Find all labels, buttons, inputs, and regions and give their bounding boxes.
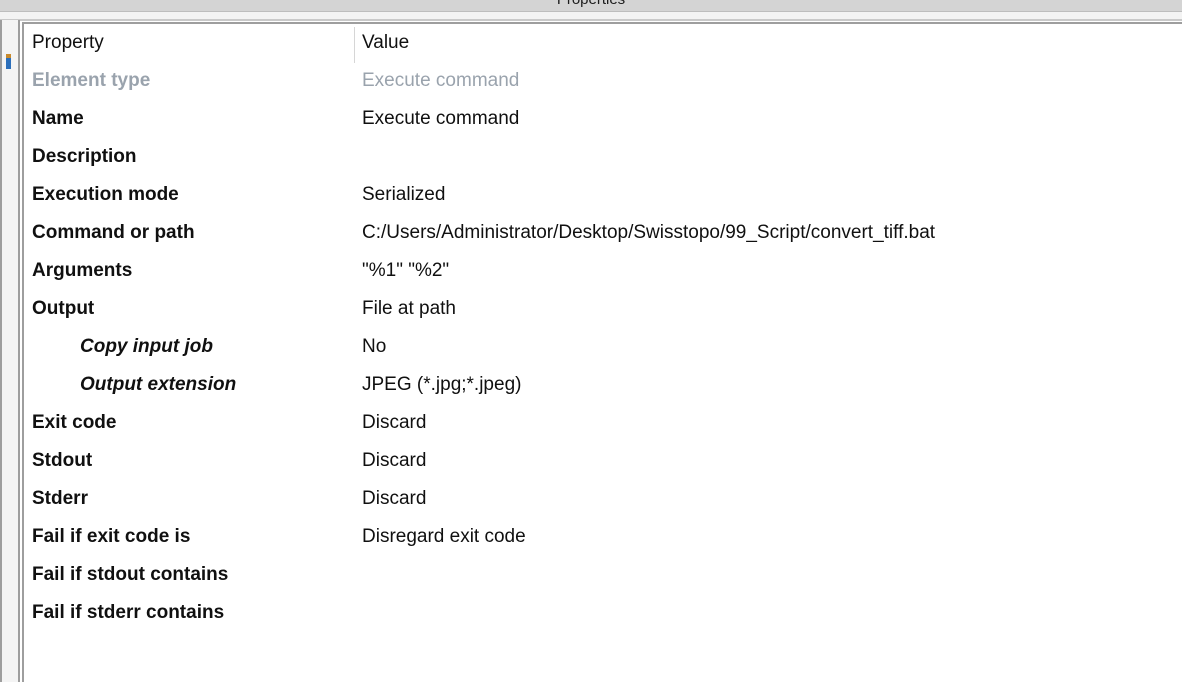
row-value[interactable]: Discard xyxy=(354,412,1182,434)
row-value[interactable]: Discard xyxy=(354,488,1182,510)
row-property-label: Description xyxy=(32,146,137,167)
row-property-label: Stdout xyxy=(32,450,93,471)
row-property-label: Exit code xyxy=(32,412,117,433)
left-rail-selection-marker xyxy=(6,58,11,69)
properties-panel: Property Value Element type Execute comma… xyxy=(22,22,1182,682)
row-property-label: Name xyxy=(32,108,84,129)
header-value: Value xyxy=(362,32,410,53)
row-property-label: Command or path xyxy=(32,222,195,243)
table-row[interactable]: Output extension JPEG (*.jpg;*.jpeg) xyxy=(24,366,1182,404)
row-value[interactable]: "%1" "%2" xyxy=(354,260,1182,282)
window-chrome-band: Properties xyxy=(0,0,1182,11)
left-rail-body[interactable] xyxy=(0,20,20,682)
properties-window: Properties Property Value Element type Ex… xyxy=(0,0,1182,682)
window-title: Properties xyxy=(0,0,1182,8)
row-value[interactable]: JPEG (*.jpg;*.jpeg) xyxy=(354,374,1182,396)
table-row[interactable]: Fail if exit code is Disregard exit code xyxy=(24,518,1182,556)
properties-table: Property Value Element type Execute comma… xyxy=(24,24,1182,632)
table-row[interactable]: Arguments "%1" "%2" xyxy=(24,252,1182,290)
table-row[interactable]: Element type Execute command xyxy=(24,62,1182,100)
row-value[interactable]: File at path xyxy=(354,298,1182,320)
table-row[interactable]: Description xyxy=(24,138,1182,176)
table-row[interactable]: Output File at path xyxy=(24,290,1182,328)
row-value[interactable]: Execute command xyxy=(354,108,1182,130)
row-property-label: Stderr xyxy=(32,488,88,509)
table-row[interactable]: Name Execute command xyxy=(24,100,1182,138)
table-row[interactable]: Copy input job No xyxy=(24,328,1182,366)
row-value[interactable]: Execute command xyxy=(354,70,1182,92)
row-property-label: Arguments xyxy=(32,260,133,281)
column-divider[interactable] xyxy=(354,27,355,63)
row-value[interactable]: Disregard exit code xyxy=(354,526,1182,548)
chrome-light-band xyxy=(0,12,1182,19)
table-row[interactable]: Fail if stdout contains xyxy=(24,556,1182,594)
table-row[interactable]: Exit code Discard xyxy=(24,404,1182,442)
row-property-label: Output xyxy=(32,298,95,319)
table-row[interactable]: Execution mode Serialized xyxy=(24,176,1182,214)
left-rail-divider xyxy=(0,11,20,12)
table-row[interactable]: Command or path C:/Users/Administrator/De… xyxy=(24,214,1182,252)
row-property-label: Output extension xyxy=(80,374,237,395)
row-value[interactable]: Serialized xyxy=(354,184,1182,206)
row-property-label: Element type xyxy=(32,70,151,91)
row-property-label: Fail if stdout contains xyxy=(32,564,229,585)
header-property: Property xyxy=(32,32,104,53)
row-property-label: Execution mode xyxy=(32,184,179,205)
table-row[interactable]: Fail if stderr contains xyxy=(24,594,1182,632)
row-property-label: Copy input job xyxy=(80,336,213,357)
chrome-divider-bottom xyxy=(0,19,1182,21)
left-rail xyxy=(0,0,20,682)
row-value[interactable]: C:/Users/Administrator/Desktop/Swisstopo… xyxy=(354,222,1182,244)
table-row[interactable]: Stderr Discard xyxy=(24,480,1182,518)
row-property-label: Fail if exit code is xyxy=(32,526,191,547)
table-header-row: Property Value xyxy=(24,24,1182,63)
table-row[interactable]: Stdout Discard xyxy=(24,442,1182,480)
row-value[interactable]: No xyxy=(354,336,1182,358)
row-property-label: Fail if stderr contains xyxy=(32,602,225,623)
row-value[interactable]: Discard xyxy=(354,450,1182,472)
left-rail-chrome xyxy=(0,0,20,11)
